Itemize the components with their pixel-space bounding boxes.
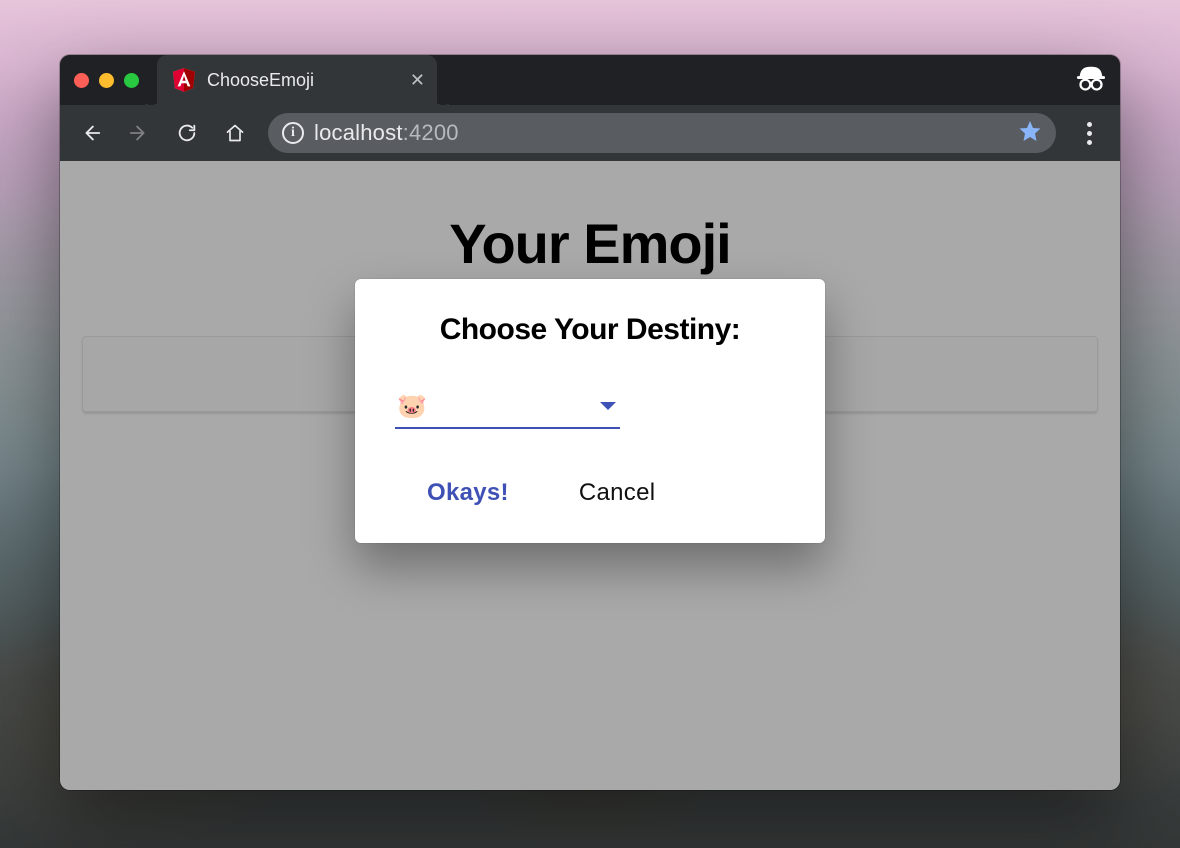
url-host: localhost	[314, 120, 403, 145]
browser-menu-button[interactable]	[1068, 112, 1110, 154]
back-button[interactable]	[70, 112, 112, 154]
ok-button[interactable]: Okays!	[421, 471, 515, 515]
browser-toolbar: i localhost:4200	[60, 105, 1120, 161]
page-viewport: Your Emoji Choose Your Destiny: 🐷 Okays!…	[60, 161, 1120, 790]
tab-title: ChooseEmoji	[207, 70, 314, 91]
forward-button[interactable]	[118, 112, 160, 154]
site-info-icon[interactable]: i	[282, 122, 304, 144]
browser-tab[interactable]: ChooseEmoji ✕	[157, 55, 437, 105]
url-port: :4200	[403, 120, 459, 145]
window-minimize-button[interactable]	[99, 73, 114, 88]
emoji-select[interactable]: 🐷	[395, 389, 620, 429]
reload-button[interactable]	[166, 112, 208, 154]
window-close-button[interactable]	[74, 73, 89, 88]
home-button[interactable]	[214, 112, 256, 154]
browser-window: ChooseEmoji ✕	[60, 55, 1120, 790]
window-zoom-button[interactable]	[124, 73, 139, 88]
choose-emoji-dialog: Choose Your Destiny: 🐷 Okays! Cancel	[355, 279, 825, 543]
dialog-actions: Okays! Cancel	[395, 471, 785, 515]
browser-titlebar: ChooseEmoji ✕	[60, 55, 1120, 105]
window-controls	[74, 73, 139, 88]
tab-close-icon[interactable]: ✕	[410, 71, 425, 89]
chevron-down-icon	[600, 402, 616, 410]
emoji-select-value: 🐷	[397, 392, 427, 421]
address-bar[interactable]: i localhost:4200	[268, 113, 1056, 153]
bookmark-star-icon[interactable]	[1018, 119, 1042, 148]
dialog-title: Choose Your Destiny:	[395, 313, 785, 347]
angular-logo-icon	[173, 68, 195, 92]
incognito-icon	[1076, 64, 1106, 97]
cancel-button[interactable]: Cancel	[573, 471, 662, 515]
url-text: localhost:4200	[314, 120, 459, 146]
